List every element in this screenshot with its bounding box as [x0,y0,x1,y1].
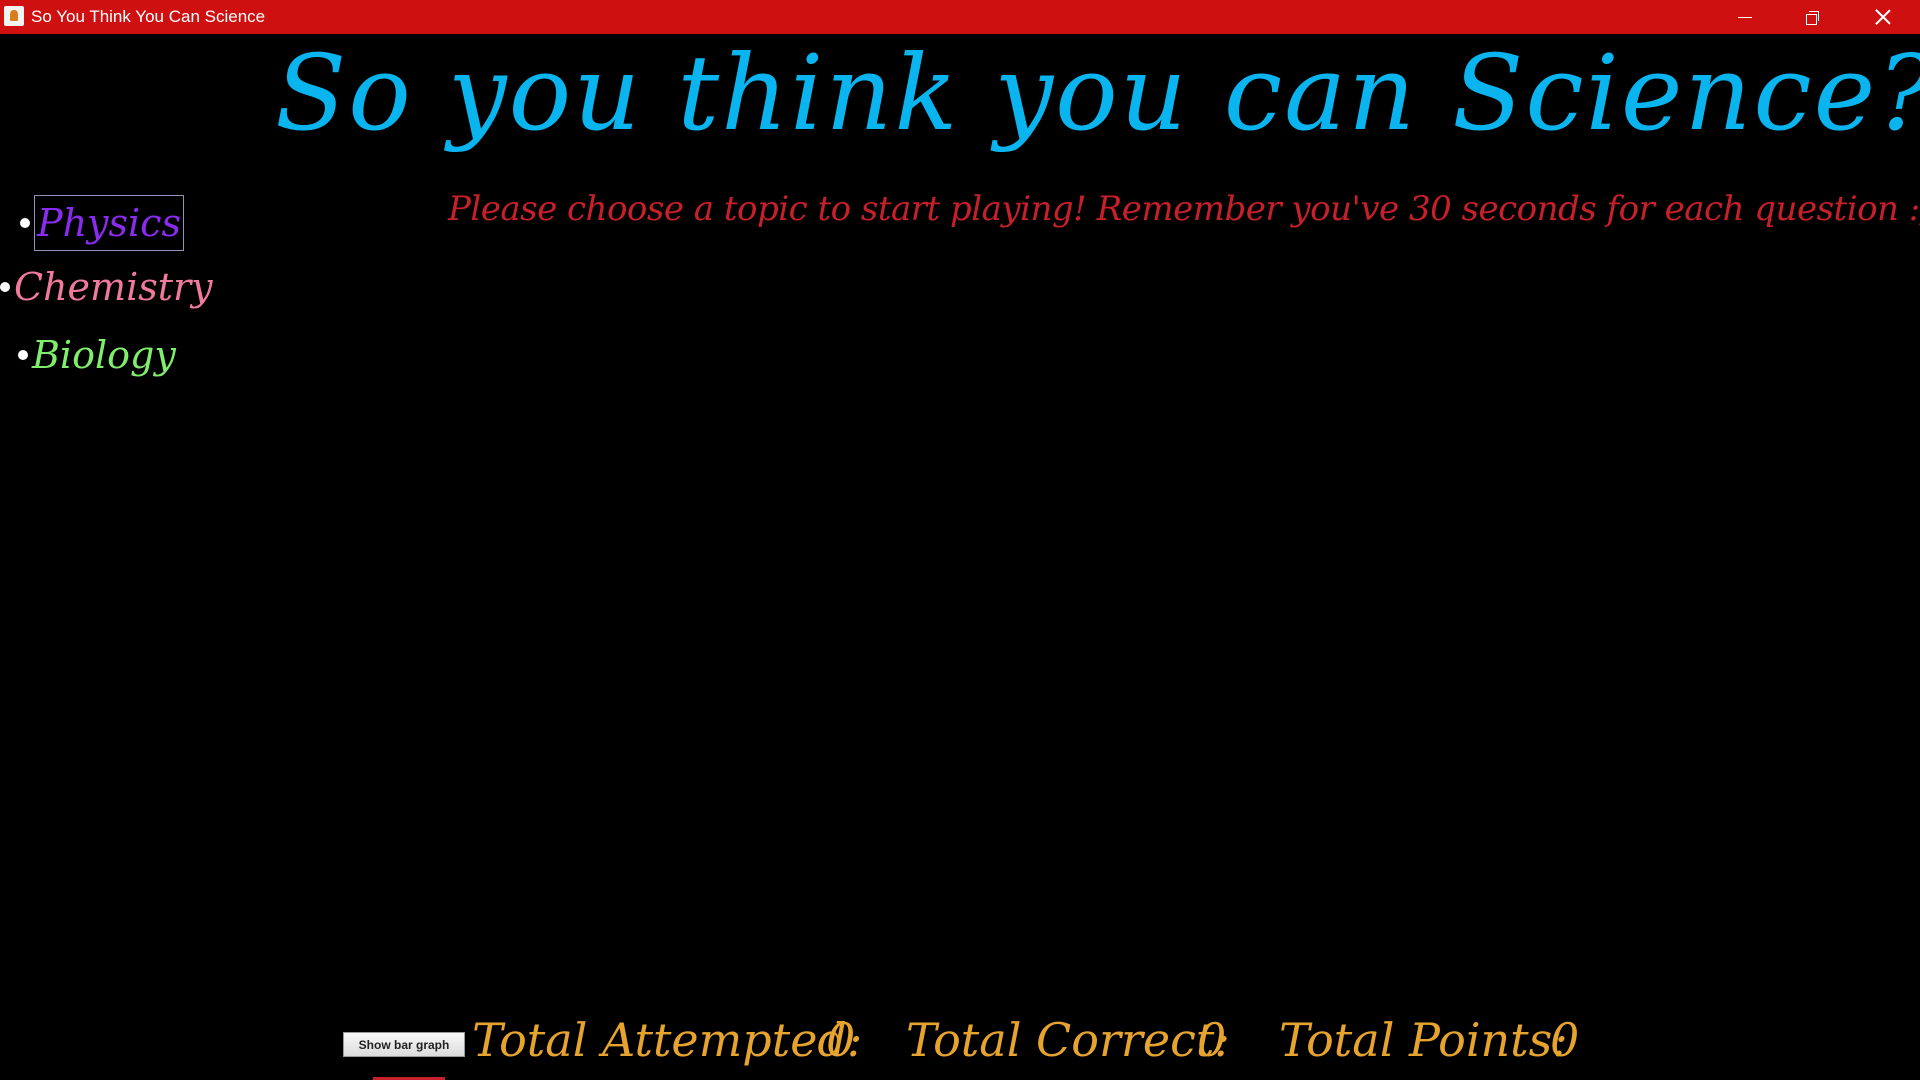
bullet-icon [20,218,30,228]
java-cup-icon [4,6,24,26]
topic-item-biology[interactable]: Biology [18,330,176,380]
topic-item-chemistry[interactable]: Chemistry [0,262,213,312]
minimize-button[interactable] [1710,0,1780,34]
topic-label-biology[interactable]: Biology [32,330,176,380]
bullet-icon [0,282,10,292]
topic-item-physics[interactable]: Physics [20,195,184,251]
restore-button[interactable] [1777,0,1847,34]
close-button[interactable] [1848,0,1918,34]
restore-icon [1805,10,1819,25]
instructions-text: Please choose a topic to start playing! … [448,189,1920,229]
topic-label-physics[interactable]: Physics [34,195,184,251]
total-correct-label: Total Correct: [906,1013,1230,1067]
minimize-icon [1738,16,1752,18]
page-title: So you think you can Science? [275,32,1920,154]
topic-label-chemistry[interactable]: Chemistry [14,262,213,312]
close-icon [1875,9,1891,25]
total-points-value: 0 [1550,1013,1580,1067]
total-attempted-value: 0 [826,1013,856,1067]
total-points-label: Total Points: [1279,1013,1568,1067]
show-bar-graph-button[interactable]: Show bar graph [343,1032,465,1057]
total-attempted-label: Total Attempted: [472,1013,863,1067]
total-correct-value: 0 [1197,1013,1227,1067]
bullet-icon [18,350,28,360]
window-title: So You Think You Can Science [31,7,266,26]
